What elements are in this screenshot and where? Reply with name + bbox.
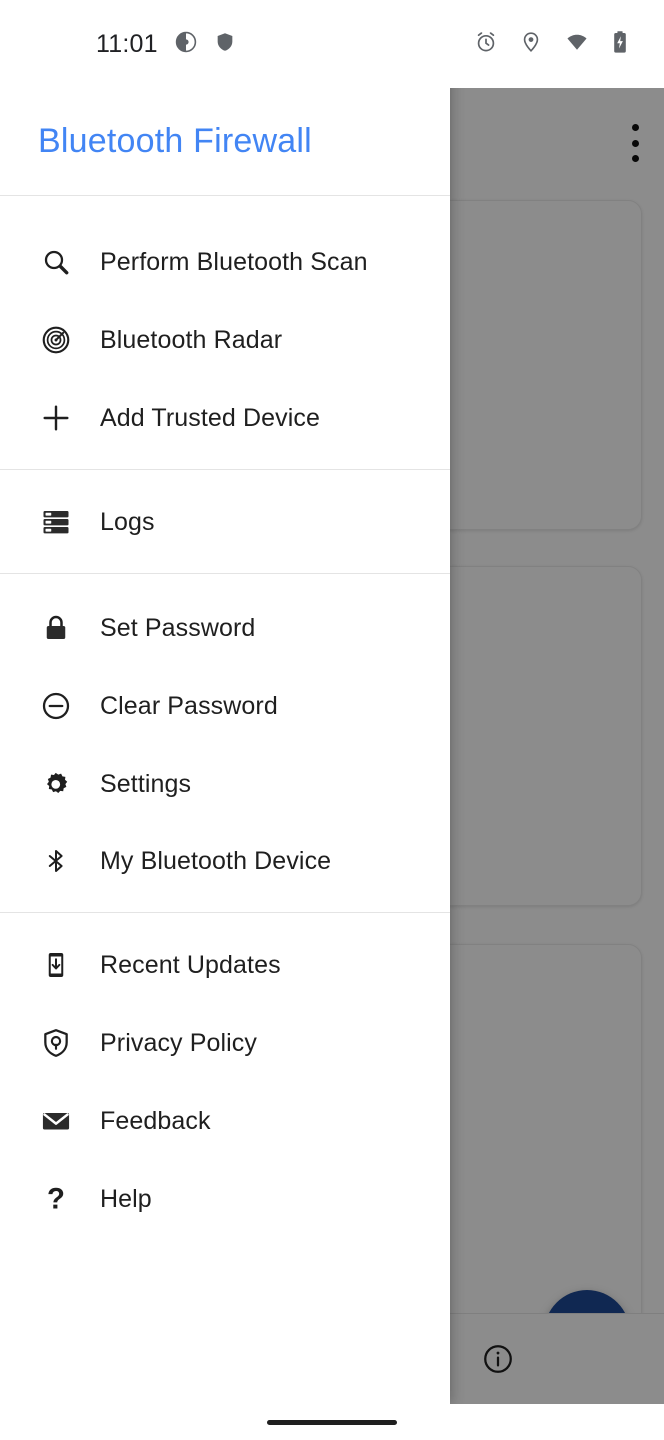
wifi-icon (564, 31, 590, 58)
drawer-divider-2 (0, 469, 450, 470)
question-mark-icon: ? (34, 1183, 78, 1215)
menu-item-label: My Bluetooth Device (100, 846, 332, 875)
menu-item-label: Settings (100, 769, 192, 798)
minus-circle-icon (34, 690, 78, 722)
menu-item-label: Perform Bluetooth Scan (100, 247, 368, 276)
menu-item-label: Help (100, 1184, 152, 1213)
phone-download-icon (34, 950, 78, 980)
menu-item-label: Clear Password (100, 691, 278, 720)
drawer-divider-4 (0, 912, 450, 913)
svg-text:?: ? (47, 1183, 65, 1215)
menu-item-label: Bluetooth Radar (100, 325, 283, 354)
logs-icon-glyph (43, 511, 69, 534)
lock-icon (34, 613, 78, 643)
app-title: Bluetooth Firewall (38, 122, 312, 160)
menu-item-settings[interactable]: Settings (0, 756, 450, 812)
gesture-nav-bar (0, 1404, 664, 1440)
radar-icon (34, 324, 78, 356)
status-bar-left: 11:01 (96, 0, 236, 88)
menu-item-my-bluetooth-device[interactable]: My Bluetooth Device (0, 833, 450, 889)
menu-item-label: Logs (100, 507, 155, 536)
logs-icon (34, 507, 78, 537)
menu-item-feedback[interactable]: Feedback (0, 1093, 450, 1149)
menu-item-label: Set Password (100, 613, 256, 642)
shield-search-icon (34, 1027, 78, 1059)
status-bar-clock: 11:01 (96, 29, 158, 58)
location-icon (520, 30, 542, 59)
menu-item-recent-updates[interactable]: Recent Updates (0, 937, 450, 993)
menu-item-label: Recent Updates (100, 950, 281, 979)
menu-item-help[interactable]: ? Help (0, 1171, 450, 1227)
menu-item-perform-bluetooth-scan[interactable]: Perform Bluetooth Scan (0, 234, 450, 290)
menu-item-bluetooth-radar[interactable]: Bluetooth Radar (0, 312, 450, 368)
menu-item-clear-password[interactable]: Clear Password (0, 678, 450, 734)
do-not-disturb-icon (174, 30, 198, 59)
search-icon (34, 246, 78, 278)
menu-item-set-password[interactable]: Set Password (0, 600, 450, 656)
status-bar: 11:01 (0, 0, 664, 88)
menu-item-label: Privacy Policy (100, 1028, 257, 1057)
menu-item-privacy-policy[interactable]: Privacy Policy (0, 1015, 450, 1071)
menu-item-label: Feedback (100, 1106, 211, 1135)
drawer-header: Bluetooth Firewall (0, 88, 450, 195)
menu-item-add-trusted-device[interactable]: Add Trusted Device (0, 390, 450, 446)
status-bar-right (474, 0, 628, 88)
plus-icon (34, 401, 78, 435)
gesture-nav-pill[interactable] (267, 1419, 397, 1425)
menu-item-label: Add Trusted Device (100, 403, 320, 432)
shield-icon (214, 30, 236, 59)
battery-charging-icon (612, 30, 628, 59)
alarm-icon (474, 30, 498, 59)
drawer-divider-3 (0, 573, 450, 574)
drawer-divider-1 (0, 195, 450, 196)
bluetooth-icon (34, 846, 78, 876)
menu-item-logs[interactable]: Logs (0, 494, 450, 550)
gear-icon (34, 769, 78, 799)
navigation-drawer: Bluetooth Firewall Perform Bluetooth Sca… (0, 0, 450, 1404)
envelope-icon (34, 1105, 78, 1137)
